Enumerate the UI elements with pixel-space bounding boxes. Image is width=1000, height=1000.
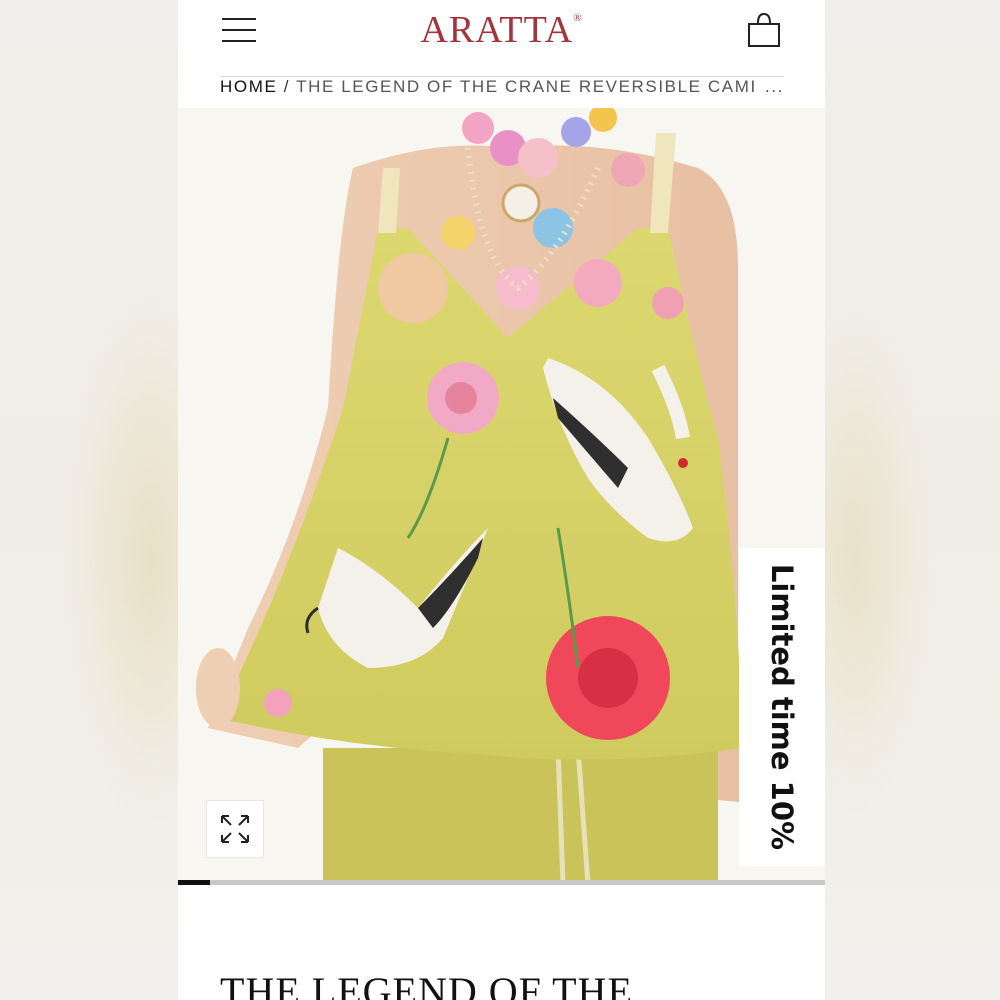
promo-label: Limited time 10% — [765, 563, 799, 851]
zoom-button[interactable] — [206, 800, 264, 858]
breadcrumb-home-link[interactable]: HOME — [220, 77, 277, 96]
breadcrumb-ellipsis: ... — [757, 77, 784, 97]
breadcrumb-current: THE LEGEND OF THE CRANE REVERSIBLE CAMI — [296, 77, 757, 96]
brand-name: ARATTA — [420, 9, 574, 51]
registered-mark: ® — [573, 12, 583, 24]
brand-logo[interactable]: ARATTA® — [178, 8, 825, 52]
blurred-backdrop-left — [0, 0, 178, 1000]
mobile-page: ARATTA® HOME / THE LEGEND OF THE CRANE R… — [178, 0, 825, 1000]
blurred-backdrop-right — [825, 0, 1000, 1000]
site-header: ARATTA® — [178, 0, 825, 70]
product-image-gallery[interactable]: Limited time 10% — [178, 108, 825, 884]
breadcrumb: HOME / THE LEGEND OF THE CRANE REVERSIBL… — [220, 76, 784, 101]
gallery-progress-fill — [178, 880, 211, 885]
product-title: THE LEGEND OF THE — [220, 969, 633, 1000]
product-photo — [178, 108, 825, 884]
shopping-bag-icon[interactable] — [747, 12, 781, 48]
promo-tab[interactable]: Limited time 10% — [739, 548, 825, 866]
gallery-progress-bar — [178, 880, 825, 885]
breadcrumb-separator: / — [283, 77, 291, 96]
expand-arrows-icon — [221, 815, 249, 843]
